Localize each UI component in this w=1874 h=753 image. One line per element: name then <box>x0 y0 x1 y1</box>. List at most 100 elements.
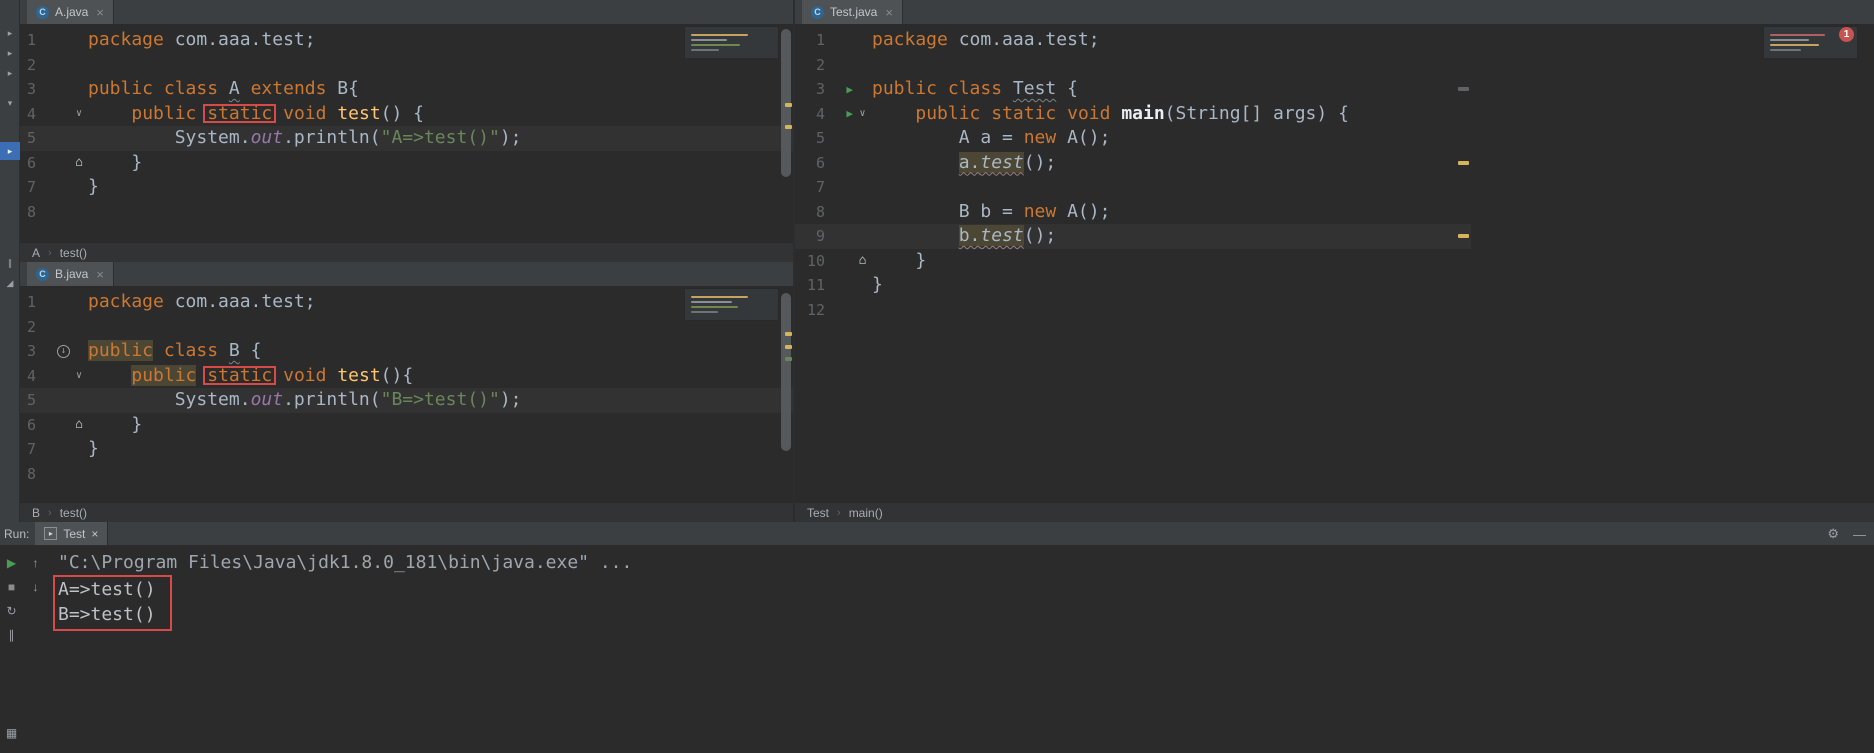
gutter-cell <box>36 388 70 413</box>
code-line[interactable]: 3 public class A extends B{ <box>20 77 793 102</box>
line-number: 8 <box>26 464 36 483</box>
code-line[interactable]: 1 package com.aaa.test; <box>20 28 793 53</box>
console-output-line: B=>test() <box>58 604 156 625</box>
up-stacktrace-button[interactable]: ↑ <box>33 553 39 577</box>
code-editor-a[interactable]: 1 package com.aaa.test; 2 3 public class A e… <box>20 25 793 242</box>
code-line[interactable]: 2 <box>20 315 793 340</box>
minimap[interactable] <box>684 26 779 59</box>
structure-tool-icon[interactable]: ∥ <box>0 254 20 272</box>
code-line[interactable]: 4 ∨ public static void test() { <box>20 102 793 127</box>
code-line[interactable]: 5 System.out.println("B=>test()"); <box>20 388 793 413</box>
gutter-cell: ∨ <box>853 102 872 127</box>
run-main-icon[interactable]: ▶ <box>846 108 853 119</box>
error-count-badge[interactable]: 1 <box>1839 27 1854 42</box>
code-line[interactable]: 5 A a = new A(); <box>795 126 1471 151</box>
gutter-cell <box>36 290 70 315</box>
method-scope-icon[interactable]: ⌂ <box>859 254 867 267</box>
code-line[interactable]: 3 ▶ public class Test { <box>795 77 1471 102</box>
tree-collapsed-icon[interactable]: ▸ <box>0 24 20 42</box>
minimap[interactable] <box>684 288 779 321</box>
tab-close-icon[interactable]: × <box>96 5 104 20</box>
active-tool-window-icon[interactable]: ▸ <box>0 142 20 160</box>
code-line[interactable]: 1 package com.aaa.test; <box>795 28 1471 53</box>
layout-settings-button[interactable]: ▦ <box>0 723 23 747</box>
editor-pane-test: C Test.java × 1 package com.aaa.test; 2 3 ▶ p… <box>795 0 1874 522</box>
breadcrumb-item[interactable]: Test <box>807 506 829 520</box>
fold-chevron-icon[interactable]: ∨ <box>76 108 82 119</box>
editor-pane-a: C A.java × 1 package com.aaa.test; 2 3 publi… <box>20 0 793 262</box>
code-line[interactable]: 2 <box>795 53 1471 78</box>
run-panel-header: Run: ▸ Test × ⚙ — <box>0 522 1874 546</box>
code-text: b.test(); <box>958 225 1057 246</box>
settings-gear-icon[interactable]: ⚙ <box>1827 526 1839 542</box>
code-line[interactable]: 4 ▶ ∨ public static void main(String[] arg… <box>795 102 1471 127</box>
code-text: package com.aaa.test; <box>872 29 1100 50</box>
hide-panel-icon[interactable]: — <box>1853 527 1866 542</box>
gutter-cell <box>36 126 70 151</box>
run-main-icon[interactable]: ▶ <box>846 84 853 95</box>
favorites-tool-icon[interactable]: ◢ <box>0 274 20 292</box>
code-line[interactable]: 8 B b = new A(); <box>795 200 1471 225</box>
code-line[interactable]: 6 a.test(); <box>795 151 1471 176</box>
code-editor-b[interactable]: 1 package com.aaa.test; 2 3 ↓ public class B … <box>20 287 793 502</box>
stop-button[interactable]: ■ <box>8 577 15 601</box>
tree-collapsed-icon[interactable]: ▸ <box>0 64 20 82</box>
tree-expanded-icon[interactable]: ▾ <box>0 94 20 112</box>
line-number: 8 <box>26 202 36 221</box>
run-tab-close-icon[interactable]: × <box>91 527 98 541</box>
method-scope-icon[interactable]: ⌂ <box>75 156 83 169</box>
code-line[interactable]: 10 ⌂ } <box>795 249 1471 274</box>
code-line[interactable]: 11} <box>795 273 1471 298</box>
breadcrumb-item[interactable]: test() <box>60 506 87 520</box>
tab-test-java[interactable]: C Test.java × <box>802 0 903 24</box>
tab-close-icon[interactable]: × <box>885 5 893 20</box>
gutter-cell <box>36 28 70 53</box>
run-console[interactable]: "C:\Program Files\Java\jdk1.8.0_181\bin\… <box>48 546 1874 753</box>
code-line[interactable]: 9 b.test(); <box>795 224 1471 249</box>
method-scope-icon[interactable]: ⌂ <box>75 418 83 431</box>
subclassed-marker-icon[interactable]: ↓ <box>57 344 70 358</box>
code-editor-test[interactable]: 1 package com.aaa.test; 2 3 ▶ public class Te… <box>795 25 1874 502</box>
code-line[interactable]: 1 package com.aaa.test; <box>20 290 793 315</box>
error-stripe-mark <box>785 332 792 336</box>
tree-collapsed-icon[interactable]: ▸ <box>0 44 20 62</box>
scrollbar-thumb[interactable] <box>781 293 791 451</box>
down-stacktrace-button[interactable]: ↓ <box>33 577 39 601</box>
code-line[interactable]: 8 <box>20 200 793 225</box>
gutter-cell <box>36 200 70 225</box>
code-line[interactable]: 7} <box>20 175 793 200</box>
tab-a-java[interactable]: C A.java × <box>27 0 114 24</box>
tab-label: B.java <box>55 267 89 281</box>
tab-close-icon[interactable]: × <box>96 267 104 282</box>
line-number: 1 <box>26 31 36 49</box>
fold-chevron-icon[interactable]: ∨ <box>76 370 82 381</box>
line-number: 6 <box>26 415 36 434</box>
code-line[interactable]: 7} <box>20 437 793 462</box>
breadcrumb-item[interactable]: A <box>32 246 40 260</box>
gutter-cell <box>70 200 88 225</box>
breadcrumb-item[interactable]: test() <box>60 246 87 260</box>
gutter-cell <box>70 339 88 364</box>
rerun-button[interactable]: ▶ <box>7 553 16 577</box>
pause-output-button[interactable]: ∥ <box>9 625 15 649</box>
run-tab-test[interactable]: ▸ Test × <box>35 522 109 545</box>
code-line[interactable]: 6 ⌂ } <box>20 413 793 438</box>
code-line[interactable]: 8 <box>20 462 793 487</box>
code-line[interactable]: 2 <box>20 53 793 78</box>
breadcrumb-item[interactable]: B <box>32 506 40 520</box>
minimap[interactable]: 1 <box>1763 26 1858 59</box>
code-line[interactable]: 4 ∨ public static void test(){ <box>20 364 793 389</box>
tab-b-java[interactable]: C B.java × <box>27 262 114 286</box>
code-line[interactable]: 3 ↓ public class B { <box>20 339 793 364</box>
code-line[interactable]: 12 <box>795 298 1471 323</box>
line-number: 2 <box>26 55 36 74</box>
line-number: 11 <box>806 276 825 294</box>
gutter-cell <box>70 462 88 487</box>
rerun-failed-button[interactable]: ↻ <box>6 601 16 625</box>
fold-chevron-icon[interactable]: ∨ <box>859 108 865 119</box>
code-line[interactable]: 5 System.out.println("A=>test()"); <box>20 126 793 151</box>
code-line[interactable]: 7 <box>795 175 1471 200</box>
code-line[interactable]: 6 ⌂ } <box>20 151 793 176</box>
line-number: 1 <box>815 31 825 49</box>
breadcrumb-item[interactable]: main() <box>849 506 883 520</box>
